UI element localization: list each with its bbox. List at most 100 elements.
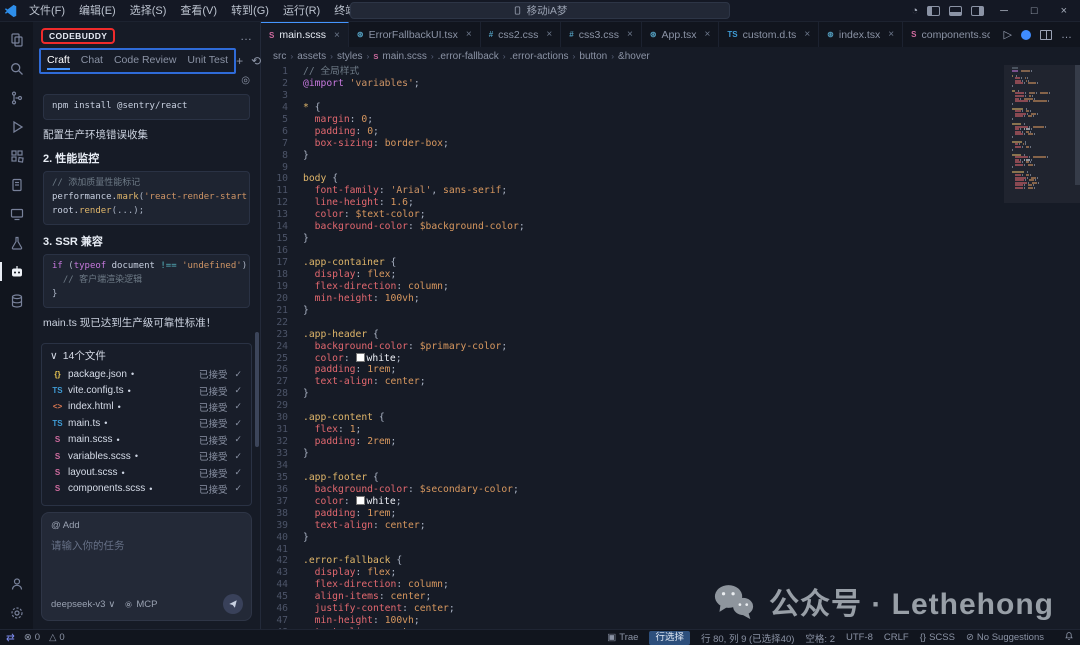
files-header[interactable]: ∨ 14个文件 (42, 344, 251, 366)
breadcrumb-item[interactable]: .error-fallback (438, 51, 499, 62)
file-row[interactable]: TSmain.ts•已接受✓ (42, 415, 251, 431)
account-icon[interactable] (0, 569, 33, 598)
maximize-button[interactable]: □ (1024, 0, 1045, 22)
send-button[interactable] (223, 594, 243, 614)
sidebar-tab-chat[interactable]: Chat (81, 52, 103, 70)
breadcrumb-item[interactable]: .error-actions (510, 51, 569, 62)
test-beaker-icon[interactable] (0, 228, 33, 257)
close-button[interactable]: × (1054, 0, 1074, 22)
history-icon[interactable]: ⟲ (251, 54, 261, 68)
file-row[interactable]: {}package.json•已接受✓ (42, 366, 251, 382)
file-row[interactable]: Slayout.scss•已接受✓ (42, 464, 251, 480)
menu-item[interactable]: 转到(G) (224, 0, 276, 22)
sidebar-scrollbar[interactable] (255, 332, 259, 447)
menu-item[interactable]: 选择(S) (123, 0, 174, 22)
status-item[interactable]: ▣Trae (607, 632, 638, 643)
extensions-icon[interactable] (0, 141, 33, 170)
editor-tab-errorfallbackui-tsx[interactable]: ⊛ErrorFallbackUI.tsx× (349, 22, 481, 47)
editor-tab-css3-css[interactable]: #css3.css× (561, 22, 642, 47)
editor-tab-custom-d-ts[interactable]: TScustom.d.ts× (719, 22, 819, 47)
editor-tab-index-tsx[interactable]: ⊛index.tsx× (819, 22, 903, 47)
close-tab-icon[interactable]: × (888, 29, 894, 40)
status-item[interactable]: UTF-8 (846, 632, 873, 643)
database-icon[interactable] (0, 286, 33, 315)
breadcrumb-item[interactable]: main.scss (382, 51, 426, 62)
editor-scrollbar[interactable] (1075, 65, 1080, 185)
target-icon[interactable]: ◎ (241, 75, 250, 86)
menu-item[interactable]: 编辑(E) (72, 0, 123, 22)
codebuddy-icon[interactable] (0, 257, 33, 286)
close-tab-icon[interactable]: × (334, 30, 340, 41)
file-row[interactable]: <>index.html•已接受✓ (42, 399, 251, 415)
close-tab-icon[interactable]: × (804, 29, 810, 40)
status-item[interactable]: 行选择 (649, 631, 690, 645)
check-icon[interactable]: ✓ (234, 483, 242, 494)
breadcrumb[interactable]: src›assets›styles›Smain.scss›.error-fall… (261, 47, 1080, 65)
source-control-icon[interactable] (0, 83, 33, 112)
check-icon[interactable]: ✓ (234, 451, 242, 462)
file-row[interactable]: Svariables.scss•已接受✓ (42, 448, 251, 464)
breadcrumb-item[interactable]: styles (337, 51, 363, 62)
file-row[interactable]: Smain.scss•已接受✓ (42, 432, 251, 448)
run-file-icon[interactable]: ▷ (1004, 28, 1012, 41)
close-tab-icon[interactable]: × (705, 29, 711, 40)
check-icon[interactable]: ✓ (234, 401, 242, 412)
status-item[interactable]: 行 80, 列 9 (已选择40) (701, 631, 794, 645)
status-item[interactable]: {}SCSS (920, 632, 955, 643)
close-tab-icon[interactable]: × (466, 29, 472, 40)
sidebar-tab-code-review[interactable]: Code Review (114, 52, 176, 70)
editor-tab-app-tsx[interactable]: ⊛App.tsx× (642, 22, 720, 47)
bell-icon[interactable] (1064, 631, 1074, 644)
remote-explorer-icon[interactable] (0, 199, 33, 228)
sidebar-tab-craft[interactable]: Craft (47, 52, 70, 70)
menu-item[interactable]: 运行(R) (276, 0, 327, 22)
menu-item[interactable]: 查看(V) (173, 0, 224, 22)
status-item[interactable]: CRLF (884, 632, 909, 643)
toggle-sidebar-icon[interactable] (927, 6, 940, 16)
status-item[interactable]: ⊗0 (24, 632, 40, 643)
editor-tab-css2-css[interactable]: #css2.css× (481, 22, 562, 47)
code-editor[interactable]: 1// 全局样式2@import 'variables';34* {5 marg… (261, 65, 1080, 629)
assistant-icon[interactable]: ◔ (911, 0, 918, 22)
check-icon[interactable]: ✓ (234, 418, 242, 429)
add-context-button[interactable]: @ Add (51, 520, 242, 531)
run-debug-icon[interactable] (0, 112, 33, 141)
status-item[interactable]: △0 (49, 632, 65, 643)
file-row[interactable]: TSvite.config.ts•已接受✓ (42, 382, 251, 398)
status-item[interactable]: ⊘No Suggestions (966, 632, 1044, 643)
check-icon[interactable]: ✓ (234, 434, 242, 445)
toggle-secondary-sidebar-icon[interactable] (971, 6, 984, 16)
sidebar-tab-unit-test[interactable]: Unit Test (187, 52, 228, 70)
split-editor-icon[interactable] (1040, 30, 1052, 40)
editor-more-icon[interactable]: … (1061, 29, 1072, 41)
notebook-icon[interactable] (0, 170, 33, 199)
minimize-button[interactable]: ─ (993, 0, 1015, 22)
check-icon[interactable]: ✓ (234, 467, 242, 478)
minimap[interactable] (1012, 67, 1070, 189)
close-tab-icon[interactable]: × (546, 29, 552, 40)
close-tab-icon[interactable]: × (627, 29, 633, 40)
settings-gear-icon[interactable] (0, 598, 33, 627)
file-row[interactable]: Scomponents.scss•已接受✓ (42, 481, 251, 497)
new-chat-icon[interactable]: + (236, 54, 243, 68)
search-icon[interactable] (0, 54, 33, 83)
mcp-button[interactable]: MCP (124, 599, 157, 610)
breadcrumb-item[interactable]: src (273, 51, 286, 62)
command-center-search[interactable]: 移动iA梦 (350, 2, 730, 19)
check-icon[interactable]: ✓ (234, 385, 242, 396)
editor-tab-main-scss[interactable]: Smain.scss× (261, 22, 349, 47)
explorer-icon[interactable] (0, 25, 33, 54)
toggle-panel-icon[interactable] (949, 6, 962, 16)
sidebar-more-icon[interactable]: … (240, 29, 252, 43)
menu-item[interactable]: 文件(F) (22, 0, 72, 22)
breadcrumb-item[interactable]: assets (297, 51, 326, 62)
status-item[interactable]: 空格: 2 (805, 631, 835, 645)
codebuddy-run-icon[interactable] (1021, 30, 1031, 40)
model-selector[interactable]: deepseek-v3∨ (51, 599, 115, 610)
task-input-box[interactable]: @ Add 请输入你的任务 deepseek-v3∨ MCP (41, 512, 252, 621)
task-input-placeholder[interactable]: 请输入你的任务 (51, 538, 242, 553)
status-item[interactable]: ⇄ (6, 632, 15, 644)
breadcrumb-item[interactable]: button (579, 51, 607, 62)
check-icon[interactable]: ✓ (234, 369, 242, 380)
breadcrumb-item[interactable]: &hover (618, 51, 650, 62)
